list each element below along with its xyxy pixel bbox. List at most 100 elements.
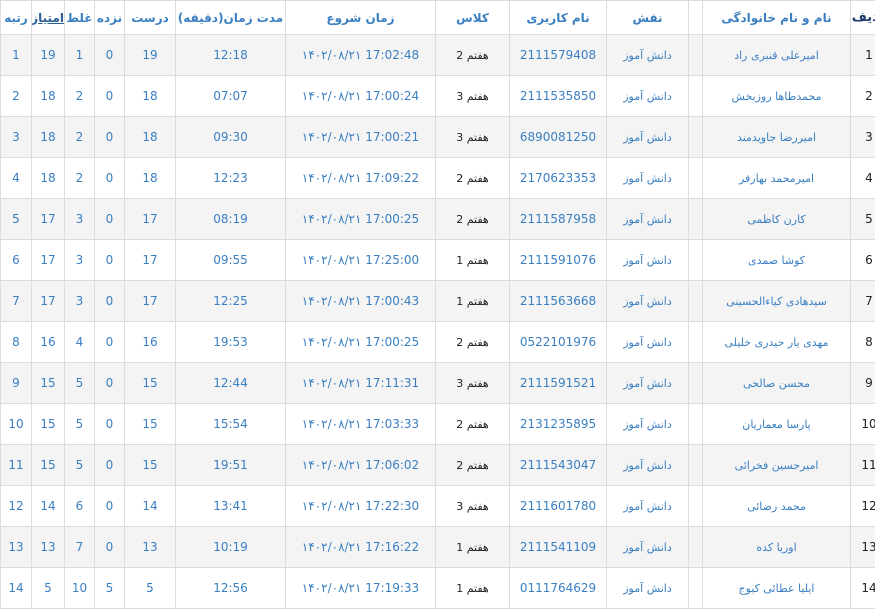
header-wrong[interactable]: غلط [64,0,95,35]
cell-blank [688,157,703,199]
header-duration[interactable]: مدت زمان(دقیقه) [175,0,286,35]
cell-username: 2111591076 [509,239,607,281]
cell-correct: 19 [124,34,176,76]
header-row-number[interactable]: ردیف [850,0,875,35]
table-row: 9 محسن صالحی دانش آموز 2111591521 هفتم 3… [0,362,875,404]
cell-full-name: امیرمحمد بهارفر [702,157,851,199]
cell-full-name: امیرحسین فخرائی [702,444,851,486]
cell-role: دانش آموز [606,75,689,117]
cell-full-name: امیرعلی قنبری راد [702,34,851,76]
cell-full-name: کوشا صمدی [702,239,851,281]
cell-wrong: 7 [64,526,95,568]
table-row: 12 محمد رضائی دانش آموز 2111601780 هفتم … [0,485,875,527]
cell-correct: 5 [124,567,176,609]
cell-full-name: سیدهادی کیاءالحسینی [702,280,851,322]
cell-username: 2170623353 [509,157,607,199]
cell-row-number: 12 [850,485,875,527]
cell-start-time: 17:09:22 ۱۴۰۲/۰۸/۲۱ [285,157,436,199]
cell-start-time: 17:16:22 ۱۴۰۲/۰۸/۲۱ [285,526,436,568]
header-correct[interactable]: درست [124,0,176,35]
cell-start-time: 17:19:33 ۱۴۰۲/۰۸/۲۱ [285,567,436,609]
cell-username: 2131235895 [509,403,607,445]
cell-blank [688,280,703,322]
cell-score: 18 [31,75,65,117]
cell-rank: 5 [0,198,32,240]
cell-unanswered: 0 [94,280,125,322]
cell-username: 2111541109 [509,526,607,568]
header-start-time[interactable]: زمان شروع [285,0,436,35]
cell-full-name: محسن صالحی [702,362,851,404]
cell-score: 15 [31,444,65,486]
cell-score: 14 [31,485,65,527]
cell-full-name: مهدی یار حیدری خلیلی [702,321,851,363]
cell-score: 17 [31,280,65,322]
cell-start-time: 17:25:00 ۱۴۰۲/۰۸/۲۱ [285,239,436,281]
cell-row-number: 6 [850,239,875,281]
header-unanswered[interactable]: نزده [94,0,125,35]
cell-role: دانش آموز [606,321,689,363]
cell-unanswered: 0 [94,75,125,117]
cell-role: دانش آموز [606,444,689,486]
cell-correct: 14 [124,485,176,527]
cell-rank: 14 [0,567,32,609]
header-role[interactable]: نقش [606,0,689,35]
cell-duration: 08:19 [175,198,286,240]
cell-wrong: 5 [64,362,95,404]
header-username[interactable]: نام کاربری [509,0,607,35]
cell-correct: 13 [124,526,176,568]
header-rank[interactable]: رتبه [0,0,32,35]
cell-correct: 17 [124,280,176,322]
cell-row-number: 7 [850,280,875,322]
cell-class: هفتم 2 [435,34,510,76]
cell-unanswered: 0 [94,403,125,445]
header-class[interactable]: کلاس [435,0,510,35]
cell-blank [688,34,703,76]
header-full-name[interactable]: نام و نام خانوادگی [702,0,851,35]
cell-role: دانش آموز [606,362,689,404]
table-row: 11 امیرحسین فخرائی دانش آموز 2111543047 … [0,444,875,486]
cell-blank [688,198,703,240]
cell-wrong: 2 [64,75,95,117]
header-score[interactable]: امتیاز [31,0,65,35]
table-row: 7 سیدهادی کیاءالحسینی دانش آموز 21115636… [0,280,875,322]
cell-class: هفتم 2 [435,198,510,240]
cell-role: دانش آموز [606,116,689,158]
cell-full-name: محمدطاها روزبخش [702,75,851,117]
cell-unanswered: 0 [94,485,125,527]
cell-row-number: 1 [850,34,875,76]
cell-class: هفتم 2 [435,403,510,445]
cell-duration: 07:07 [175,75,286,117]
cell-class: هفتم 2 [435,444,510,486]
cell-correct: 15 [124,362,176,404]
cell-rank: 1 [0,34,32,76]
cell-rank: 9 [0,362,32,404]
cell-duration: 10:19 [175,526,286,568]
cell-duration: 15:54 [175,403,286,445]
cell-duration: 12:44 [175,362,286,404]
cell-row-number: 13 [850,526,875,568]
header-blank [688,0,703,35]
cell-unanswered: 0 [94,321,125,363]
cell-score: 18 [31,157,65,199]
cell-start-time: 17:06:02 ۱۴۰۲/۰۸/۲۱ [285,444,436,486]
cell-wrong: 10 [64,567,95,609]
cell-score: 16 [31,321,65,363]
cell-full-name: امیررضا جاویدمند [702,116,851,158]
cell-blank [688,485,703,527]
cell-username: 2111579408 [509,34,607,76]
cell-role: دانش آموز [606,526,689,568]
cell-username: 0522101976 [509,321,607,363]
cell-class: هفتم 3 [435,485,510,527]
cell-username: 2111591521 [509,362,607,404]
cell-username: 2111587958 [509,198,607,240]
cell-duration: 09:55 [175,239,286,281]
cell-rank: 12 [0,485,32,527]
cell-full-name: اوریا کده [702,526,851,568]
cell-role: دانش آموز [606,280,689,322]
cell-role: دانش آموز [606,34,689,76]
cell-role: دانش آموز [606,485,689,527]
table-header-row: ردیف نام و نام خانوادگی نقش نام کاربری ک… [0,0,875,35]
cell-rank: 13 [0,526,32,568]
cell-duration: 09:30 [175,116,286,158]
cell-row-number: 10 [850,403,875,445]
